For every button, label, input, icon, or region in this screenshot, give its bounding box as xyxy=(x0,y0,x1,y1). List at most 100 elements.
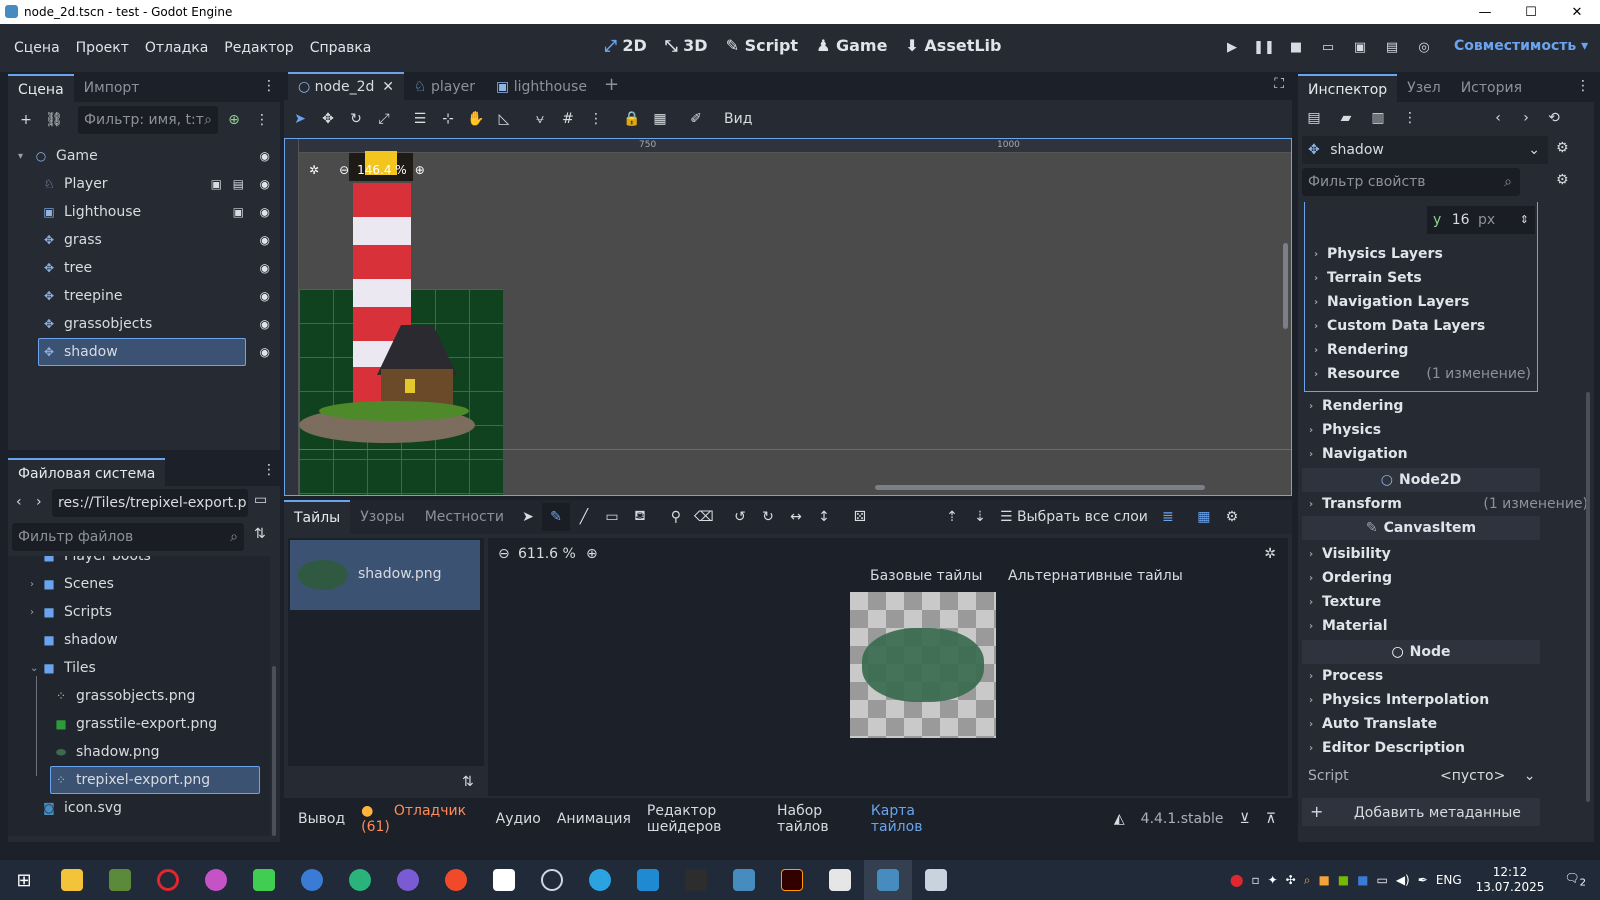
taskbar-minecraft[interactable] xyxy=(96,860,144,900)
network-icon[interactable]: ▭ xyxy=(1376,873,1387,887)
zoom-value[interactable]: 146.4 % xyxy=(357,163,407,177)
layer-up-icon[interactable]: ⇡ xyxy=(938,503,966,531)
highlight-layer-icon[interactable]: ≣ xyxy=(1154,503,1182,531)
pan-mode-icon[interactable]: ✋ xyxy=(462,105,490,133)
script-value-field[interactable]: <пусто> ⌄ xyxy=(1440,762,1536,790)
scene-tab-lighthouse[interactable]: ▣ lighthouse xyxy=(496,74,587,100)
select-mode-icon[interactable]: ➤ xyxy=(286,105,314,133)
tree-row-tree[interactable]: ✥ tree ◉ xyxy=(8,254,280,282)
dock-menu-icon[interactable]: ⋮ xyxy=(262,462,276,478)
section-custom-data-layers[interactable]: › Custom Data Layers xyxy=(1305,314,1537,338)
smart-snap-icon[interactable]: ⩝ xyxy=(526,105,554,133)
audio-tab[interactable]: Аудио xyxy=(496,811,541,827)
file-row-shadow-folder[interactable]: ■ shadow xyxy=(8,626,270,654)
split-mode-icon[interactable]: ▭ xyxy=(254,492,267,508)
ruler-mode-icon[interactable]: ◺ xyxy=(490,105,518,133)
tab-filesystem[interactable]: Файловая система xyxy=(8,458,166,486)
notifications-button[interactable]: 🗨2 xyxy=(1564,871,1586,888)
atlas-zoom-value[interactable]: 611.6 % xyxy=(518,546,576,562)
section-rendering[interactable]: › Rendering xyxy=(1298,394,1594,418)
add-metadata-button[interactable]: + Добавить метаданные xyxy=(1302,798,1540,826)
view-menu[interactable]: Вид xyxy=(724,111,752,127)
clock[interactable]: 12:12 13.07.2025 xyxy=(1476,865,1545,895)
mode-script-button[interactable]: ✎ Script xyxy=(726,36,798,56)
file-row-player-boots[interactable]: ■ Player boots xyxy=(8,556,270,570)
close-window-button[interactable]: ✕ xyxy=(1554,0,1600,24)
atlas-zoom-in-icon[interactable]: ⊕ xyxy=(586,546,598,562)
flip-h-icon[interactable]: ↔ xyxy=(782,503,810,531)
collapse-icon[interactable]: ▾ xyxy=(18,151,34,162)
mode-2d-button[interactable]: ⤢ 2D xyxy=(604,36,647,56)
tab-history[interactable]: История xyxy=(1451,74,1532,102)
tilemap-tab[interactable]: Карта тайлов xyxy=(871,803,948,835)
shader-editor-tab[interactable]: Редактор шейдеров xyxy=(647,803,761,835)
dock-menu-icon[interactable]: ⋮ xyxy=(1576,78,1590,94)
taskbar-steam[interactable] xyxy=(528,860,576,900)
visibility-eye-icon[interactable]: ◉ xyxy=(260,233,270,247)
section-physics-layers[interactable]: › Physics Layers xyxy=(1305,242,1537,266)
section-ordering[interactable]: › Ordering xyxy=(1298,566,1594,590)
dock-menu-icon[interactable]: ⋮ xyxy=(262,78,276,94)
stop-icon[interactable]: ■ xyxy=(1286,37,1306,57)
tab-inspector[interactable]: Инспектор xyxy=(1298,74,1398,102)
select-all-layers-button[interactable]: ☰ Выбрать все слои xyxy=(1000,509,1148,525)
tileset-tab[interactable]: Набор тайлов xyxy=(777,803,855,835)
picker-tool-icon[interactable]: ⚲ xyxy=(662,503,690,531)
flip-v-icon[interactable]: ↕ xyxy=(810,503,838,531)
save-resource-icon[interactable]: ▥ xyxy=(1364,104,1392,132)
tilemap-options-icon[interactable]: ⚙ xyxy=(1218,503,1246,531)
tree-row-treepine[interactable]: ✥ treepine ◉ xyxy=(8,282,280,310)
vertical-scrollbar[interactable] xyxy=(1283,243,1288,329)
play-scene-icon[interactable]: ▣ xyxy=(1350,37,1370,57)
eraser-tool-icon[interactable]: ⌫ xyxy=(690,503,718,531)
tray-app-icon[interactable]: ✣ xyxy=(1286,873,1296,887)
taskbar-opera[interactable] xyxy=(144,860,192,900)
section-visibility[interactable]: › Visibility xyxy=(1298,542,1594,566)
rotate-right-icon[interactable]: ↻ xyxy=(754,503,782,531)
property-filter-input[interactable]: Фильтр свойств ⌕ xyxy=(1302,168,1520,196)
spinbox-arrows-icon[interactable]: ⇕ xyxy=(1520,206,1529,234)
grid-snap-icon[interactable]: # xyxy=(554,105,582,133)
language-indicator[interactable]: ENG xyxy=(1436,873,1462,887)
scene-tab-node2d[interactable]: ○ node_2d ✕ xyxy=(288,72,404,100)
open-resource-icon[interactable]: ▰ xyxy=(1332,104,1360,132)
layer-down-icon[interactable]: ⇣ xyxy=(966,503,994,531)
visibility-eye-icon[interactable]: ◉ xyxy=(260,149,270,163)
scale-mode-icon[interactable]: ⤢ xyxy=(370,105,398,133)
section-editor-description[interactable]: › Editor Description xyxy=(1298,736,1594,760)
file-row-trepixel[interactable]: ⁘ trepixel-export.png xyxy=(8,766,270,794)
menu-editor[interactable]: Редактор xyxy=(216,40,301,56)
snap-options-icon[interactable]: ⋮ xyxy=(582,105,610,133)
bucket-tool-icon[interactable]: ⛾ xyxy=(626,503,654,531)
tray-app-icon[interactable]: ✦ xyxy=(1268,873,1278,887)
file-row-shadow-png[interactable]: ⬬ shadow.png xyxy=(8,738,270,766)
scene-filter-input[interactable]: Фильтр: имя, t:т ⌕ xyxy=(78,106,218,134)
section-material[interactable]: › Material xyxy=(1298,614,1594,638)
debugger-tab[interactable]: ● Отладчик (61) xyxy=(361,803,479,835)
section-resource[interactable]: › Resource (1 изменение) xyxy=(1305,362,1537,386)
object-docs-icon[interactable]: ⚙ xyxy=(1556,140,1569,156)
pause-icon[interactable]: ❚❚ xyxy=(1253,37,1275,57)
section-navigation-layers[interactable]: › Navigation Layers xyxy=(1305,290,1537,314)
inspector-scrollbar[interactable] xyxy=(1586,392,1590,802)
instantiate-scene-icon[interactable]: ⛓ xyxy=(40,106,68,134)
remote-debug-icon[interactable]: ▭ xyxy=(1318,37,1338,57)
rotate-left-icon[interactable]: ↺ xyxy=(726,503,754,531)
menu-scene[interactable]: Сцена xyxy=(6,40,68,56)
tree-row-lighthouse[interactable]: ▣ Lighthouse ▣ ◉ xyxy=(8,198,280,226)
renderer-select[interactable]: Совместимость ▾ xyxy=(1454,38,1588,54)
file-row-tiles[interactable]: ⌄ ■ Tiles xyxy=(8,654,270,682)
object-selector[interactable]: ✥ shadow ⌄ xyxy=(1302,136,1548,164)
menu-project[interactable]: Проект xyxy=(68,40,137,56)
expand-panel-icon[interactable]: ⊼ xyxy=(1266,811,1276,827)
tab-tiles[interactable]: Тайлы xyxy=(284,500,351,534)
files-scrollbar[interactable] xyxy=(272,666,276,836)
taskbar-illustrator[interactable] xyxy=(768,860,816,900)
taskbar-app-green[interactable] xyxy=(336,860,384,900)
select-tool-icon[interactable]: ➤ xyxy=(514,503,542,531)
section-terrain-sets[interactable]: › Terrain Sets xyxy=(1305,266,1537,290)
extra-options-icon[interactable]: ⋮ xyxy=(1396,104,1424,132)
taskbar-inkscape[interactable] xyxy=(672,860,720,900)
visibility-eye-icon[interactable]: ◉ xyxy=(260,205,270,219)
scene-tab-player[interactable]: ♘ player xyxy=(414,74,475,100)
